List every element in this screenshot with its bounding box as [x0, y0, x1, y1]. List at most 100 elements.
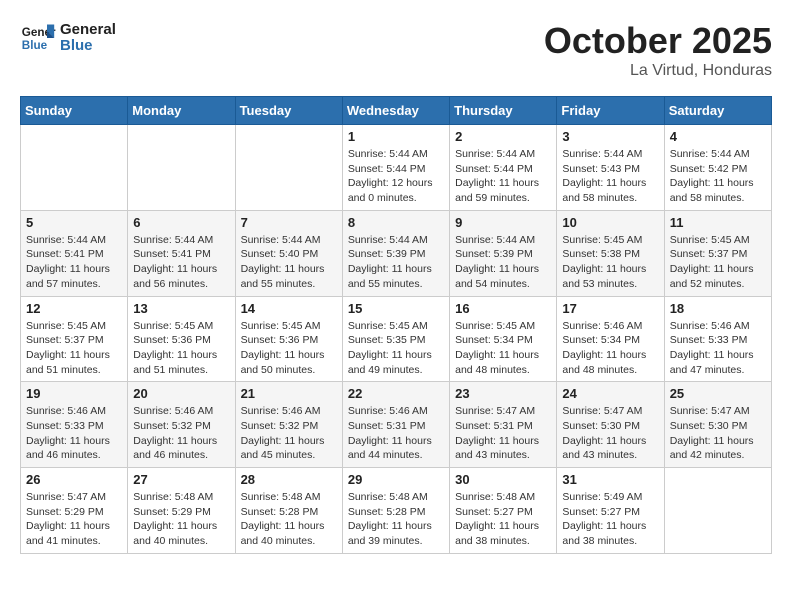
day-number: 14: [241, 301, 337, 316]
day-info: Sunrise: 5:48 AM Sunset: 5:28 PM Dayligh…: [348, 490, 444, 549]
calendar-cell: 16Sunrise: 5:45 AM Sunset: 5:34 PM Dayli…: [450, 296, 557, 382]
day-info: Sunrise: 5:45 AM Sunset: 5:36 PM Dayligh…: [241, 319, 337, 378]
calendar-cell: 5Sunrise: 5:44 AM Sunset: 5:41 PM Daylig…: [21, 210, 128, 296]
calendar-cell: 27 Sunrise: 5:48 AM Sunset: 5:29 PM Dayli…: [128, 468, 235, 554]
calendar-cell: 6 Sunrise: 5:44 AM Sunset: 5:41 PM Daylig…: [128, 210, 235, 296]
logo-line1: General: [60, 22, 116, 39]
day-info: Sunrise: 5:46 AM Sunset: 5:32 PM Dayligh…: [241, 404, 337, 463]
calendar-cell: 31 Sunrise: 5:49 AM Sunset: 5:27 PM Dayli…: [557, 468, 664, 554]
day-info: Sunrise: 5:44 AM Sunset: 5:41 PM Dayligh…: [133, 233, 229, 292]
day-number: 4: [670, 129, 766, 144]
day-number: 24: [562, 386, 658, 401]
calendar-cell: 9Sunrise: 5:44 AM Sunset: 5:39 PM Daylig…: [450, 210, 557, 296]
day-info: Sunrise: 5:44 AM Sunset: 5:39 PM Dayligh…: [348, 233, 444, 292]
day-number: 16: [455, 301, 551, 316]
logo: General Blue General Blue: [20, 20, 116, 56]
day-of-week-header: Monday: [128, 97, 235, 125]
day-number: 13: [133, 301, 229, 316]
calendar-cell: 4 Sunrise: 5:44 AM Sunset: 5:42 PM Daylig…: [664, 125, 771, 211]
calendar-cell: [664, 468, 771, 554]
calendar-header: SundayMondayTuesdayWednesdayThursdayFrid…: [21, 97, 772, 125]
month-title: October 2025: [544, 20, 772, 62]
day-info: Sunrise: 5:44 AM Sunset: 5:39 PM Dayligh…: [455, 233, 551, 292]
day-info: Sunrise: 5:47 AM Sunset: 5:31 PM Dayligh…: [455, 404, 551, 463]
calendar-cell: 12 Sunrise: 5:45 AM Sunset: 5:37 PM Dayli…: [21, 296, 128, 382]
day-info: Sunrise: 5:45 AM Sunset: 5:38 PM Dayligh…: [562, 233, 658, 292]
day-number: 31: [562, 472, 658, 487]
calendar-cell: [128, 125, 235, 211]
day-info: Sunrise: 5:46 AM Sunset: 5:31 PM Dayligh…: [348, 404, 444, 463]
day-info: Sunrise: 5:44 AM Sunset: 5:44 PM Dayligh…: [455, 147, 551, 206]
day-info: Sunrise: 5:48 AM Sunset: 5:29 PM Dayligh…: [133, 490, 229, 549]
day-of-week-header: Friday: [557, 97, 664, 125]
calendar-cell: 13 Sunrise: 5:45 AM Sunset: 5:36 PM Dayli…: [128, 296, 235, 382]
calendar-cell: 10 Sunrise: 5:45 AM Sunset: 5:38 PM Dayli…: [557, 210, 664, 296]
calendar-cell: 2 Sunrise: 5:44 AM Sunset: 5:44 PM Daylig…: [450, 125, 557, 211]
day-number: 23: [455, 386, 551, 401]
day-info: Sunrise: 5:46 AM Sunset: 5:34 PM Dayligh…: [562, 319, 658, 378]
day-info: Sunrise: 5:47 AM Sunset: 5:30 PM Dayligh…: [562, 404, 658, 463]
day-number: 6: [133, 215, 229, 230]
calendar-cell: 28 Sunrise: 5:48 AM Sunset: 5:28 PM Dayli…: [235, 468, 342, 554]
day-of-week-header: Saturday: [664, 97, 771, 125]
day-info: Sunrise: 5:49 AM Sunset: 5:27 PM Dayligh…: [562, 490, 658, 549]
logo-icon: General Blue: [20, 20, 56, 56]
day-number: 11: [670, 215, 766, 230]
day-number: 30: [455, 472, 551, 487]
calendar-cell: 26Sunrise: 5:47 AM Sunset: 5:29 PM Dayli…: [21, 468, 128, 554]
day-info: Sunrise: 5:47 AM Sunset: 5:29 PM Dayligh…: [26, 490, 122, 549]
calendar-cell: 20 Sunrise: 5:46 AM Sunset: 5:32 PM Dayli…: [128, 382, 235, 468]
day-number: 8: [348, 215, 444, 230]
calendar-cell: 11 Sunrise: 5:45 AM Sunset: 5:37 PM Dayli…: [664, 210, 771, 296]
day-info: Sunrise: 5:46 AM Sunset: 5:32 PM Dayligh…: [133, 404, 229, 463]
day-number: 25: [670, 386, 766, 401]
day-number: 27: [133, 472, 229, 487]
day-of-week-header: Sunday: [21, 97, 128, 125]
day-number: 10: [562, 215, 658, 230]
day-number: 28: [241, 472, 337, 487]
calendar-cell: 22Sunrise: 5:46 AM Sunset: 5:31 PM Dayli…: [342, 382, 449, 468]
day-info: Sunrise: 5:44 AM Sunset: 5:40 PM Dayligh…: [241, 233, 337, 292]
day-info: Sunrise: 5:44 AM Sunset: 5:41 PM Dayligh…: [26, 233, 122, 292]
day-info: Sunrise: 5:44 AM Sunset: 5:42 PM Dayligh…: [670, 147, 766, 206]
day-number: 20: [133, 386, 229, 401]
calendar-cell: 1Sunrise: 5:44 AM Sunset: 5:44 PM Daylig…: [342, 125, 449, 211]
calendar-cell: 17 Sunrise: 5:46 AM Sunset: 5:34 PM Dayli…: [557, 296, 664, 382]
day-info: Sunrise: 5:48 AM Sunset: 5:28 PM Dayligh…: [241, 490, 337, 549]
calendar-cell: [21, 125, 128, 211]
calendar-table: SundayMondayTuesdayWednesdayThursdayFrid…: [20, 96, 772, 554]
day-of-week-header: Tuesday: [235, 97, 342, 125]
day-number: 29: [348, 472, 444, 487]
title-block: October 2025 La Virtud, Honduras: [544, 20, 772, 80]
day-number: 17: [562, 301, 658, 316]
calendar-cell: 21 Sunrise: 5:46 AM Sunset: 5:32 PM Dayli…: [235, 382, 342, 468]
day-of-week-header: Thursday: [450, 97, 557, 125]
day-info: Sunrise: 5:45 AM Sunset: 5:37 PM Dayligh…: [26, 319, 122, 378]
calendar-cell: 24 Sunrise: 5:47 AM Sunset: 5:30 PM Dayli…: [557, 382, 664, 468]
day-info: Sunrise: 5:45 AM Sunset: 5:36 PM Dayligh…: [133, 319, 229, 378]
day-info: Sunrise: 5:47 AM Sunset: 5:30 PM Dayligh…: [670, 404, 766, 463]
day-info: Sunrise: 5:46 AM Sunset: 5:33 PM Dayligh…: [26, 404, 122, 463]
calendar-cell: 30Sunrise: 5:48 AM Sunset: 5:27 PM Dayli…: [450, 468, 557, 554]
calendar-cell: 25 Sunrise: 5:47 AM Sunset: 5:30 PM Dayli…: [664, 382, 771, 468]
calendar-cell: [235, 125, 342, 211]
day-info: Sunrise: 5:44 AM Sunset: 5:43 PM Dayligh…: [562, 147, 658, 206]
calendar-cell: 3Sunrise: 5:44 AM Sunset: 5:43 PM Daylig…: [557, 125, 664, 211]
day-info: Sunrise: 5:44 AM Sunset: 5:44 PM Dayligh…: [348, 147, 444, 206]
calendar-cell: 23 Sunrise: 5:47 AM Sunset: 5:31 PM Dayli…: [450, 382, 557, 468]
calendar-cell: 7 Sunrise: 5:44 AM Sunset: 5:40 PM Daylig…: [235, 210, 342, 296]
location-subtitle: La Virtud, Honduras: [544, 62, 772, 80]
svg-text:Blue: Blue: [22, 39, 48, 52]
day-number: 12: [26, 301, 122, 316]
calendar-cell: 15Sunrise: 5:45 AM Sunset: 5:35 PM Dayli…: [342, 296, 449, 382]
calendar-cell: 19 Sunrise: 5:46 AM Sunset: 5:33 PM Dayli…: [21, 382, 128, 468]
page-header: General Blue General Blue October 2025 L…: [20, 20, 772, 80]
calendar-cell: 14 Sunrise: 5:45 AM Sunset: 5:36 PM Dayli…: [235, 296, 342, 382]
day-number: 21: [241, 386, 337, 401]
day-number: 7: [241, 215, 337, 230]
day-info: Sunrise: 5:45 AM Sunset: 5:37 PM Dayligh…: [670, 233, 766, 292]
day-info: Sunrise: 5:46 AM Sunset: 5:33 PM Dayligh…: [670, 319, 766, 378]
day-number: 2: [455, 129, 551, 144]
day-number: 19: [26, 386, 122, 401]
day-number: 15: [348, 301, 444, 316]
